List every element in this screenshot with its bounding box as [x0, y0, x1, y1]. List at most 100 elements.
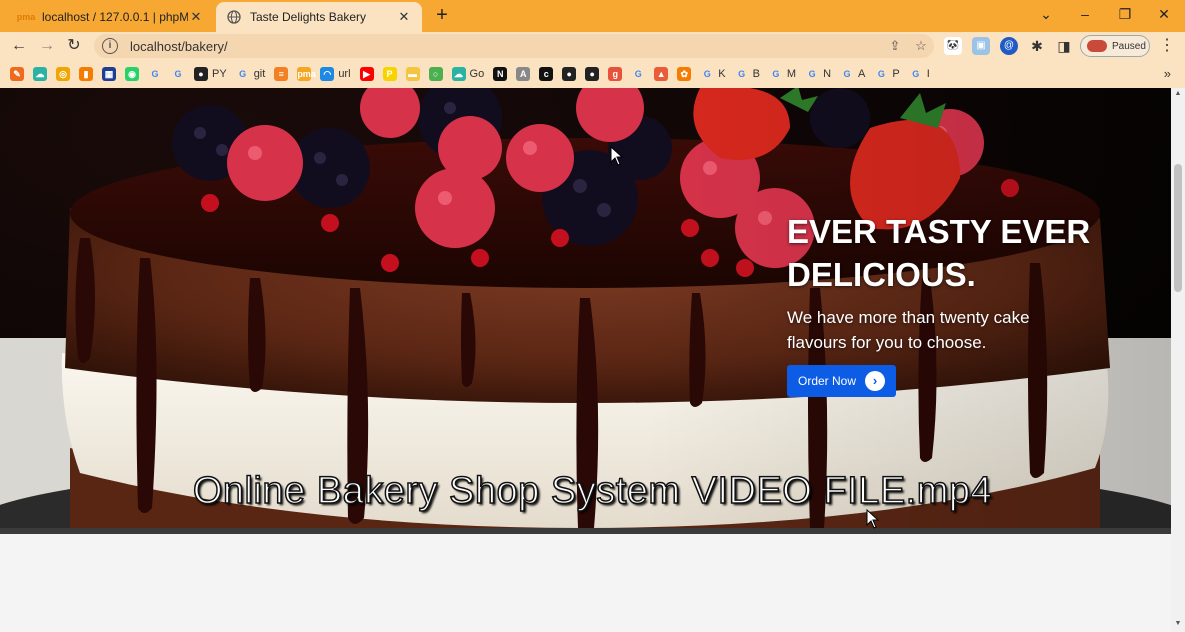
- window-close-button[interactable]: ✕: [1152, 4, 1176, 24]
- tab-phpmyadmin[interactable]: pma localhost / 127.0.0.1 | phpMyAdm ✕: [8, 2, 214, 32]
- bookmark-item[interactable]: c: [539, 67, 554, 81]
- bookmark-item[interactable]: ▲: [654, 67, 669, 81]
- browser-toolbar: ← → ↻ i localhost/bakery/ ⇪ ☆ 🐼 ▣ @ ✱ ◨ …: [0, 32, 1185, 60]
- scrollbar-thumb[interactable]: [1174, 164, 1182, 292]
- bookmark-item[interactable]: GK: [700, 67, 726, 81]
- google-icon: G: [174, 69, 182, 79]
- at-icon[interactable]: @: [1000, 37, 1018, 55]
- bookmark-item[interactable]: Ggit: [236, 67, 265, 81]
- bookmark-label: P: [892, 68, 900, 80]
- bookmark-item[interactable]: GA: [840, 67, 866, 81]
- bookmark-item[interactable]: ✿: [677, 67, 692, 81]
- bookmark-label: B: [752, 68, 760, 80]
- profile-paused-button[interactable]: Paused: [1080, 35, 1150, 57]
- bookmark-label: A: [858, 68, 866, 80]
- bookmark-item[interactable]: G: [171, 67, 185, 81]
- bookmarks-bar: ✎ ☁ ◎ ▮ ▦ ◉ G G ● PY Ggit ≡ pma ◠ url ▶ P ▬ ○ ☁ Go N Ac ● ● g G ▲ ✿ G…: [0, 60, 1185, 88]
- bookmark-item[interactable]: GB: [735, 67, 760, 81]
- google-icon: G: [772, 69, 780, 79]
- google-icon: G: [877, 69, 885, 79]
- bookmark-item[interactable]: ● PY: [194, 67, 227, 81]
- dark-circle-icon: ●: [562, 67, 577, 81]
- bookmark-label: N: [823, 68, 832, 80]
- tab-search-icon[interactable]: ⌄: [1034, 4, 1058, 24]
- minimize-button[interactable]: –: [1073, 4, 1097, 24]
- bookmark-item[interactable]: ●: [585, 67, 600, 81]
- bookmark-label: I: [926, 68, 930, 80]
- hero-title-line: DELICIOUS.: [787, 256, 976, 293]
- mouse-cursor-icon: [610, 146, 624, 166]
- hero-content: EVER TASTY EVER DELICIOUS. We have more …: [787, 210, 1117, 397]
- google-icon: G: [703, 69, 711, 79]
- star-icon[interactable]: ☆: [908, 38, 934, 54]
- menu-icon[interactable]: ⋮: [1158, 35, 1176, 57]
- bookmark-item[interactable]: pma: [297, 67, 316, 81]
- bookmark-label: K: [718, 68, 726, 80]
- sidebar-icon[interactable]: ◨: [1055, 37, 1073, 55]
- a-icon: A: [516, 67, 531, 81]
- bookmark-item[interactable]: GN: [805, 67, 831, 81]
- edge-icon: ◠: [320, 67, 335, 81]
- address-bar[interactable]: i localhost/bakery/ ⇪ ☆: [94, 34, 934, 58]
- scroll-up-icon[interactable]: ▲: [1174, 90, 1182, 98]
- chart-icon: ▮: [79, 67, 93, 81]
- bookmark-item[interactable]: ○: [428, 67, 443, 81]
- bookmark-label: M: [786, 68, 797, 80]
- bookmark-item[interactable]: G: [631, 67, 645, 81]
- bookmark-item[interactable]: ▮: [79, 67, 93, 81]
- bookmark-item[interactable]: ◎: [56, 67, 70, 81]
- bookmark-item[interactable]: ◠ url: [320, 67, 351, 81]
- chevron-right-icon: ›: [865, 371, 886, 391]
- bookmark-item[interactable]: A: [516, 67, 531, 81]
- panda-icon[interactable]: 🐼: [944, 37, 962, 55]
- folder-icon: ▬: [405, 67, 420, 81]
- bookmark-item[interactable]: ☁: [33, 67, 47, 81]
- scroll-down-icon[interactable]: ▼: [1174, 620, 1182, 628]
- google-icon: G: [808, 69, 816, 79]
- reload-button[interactable]: ↻: [63, 35, 85, 57]
- order-now-button[interactable]: Order Now ›: [787, 365, 897, 397]
- g-icon: g: [608, 67, 623, 81]
- close-icon[interactable]: ✕: [396, 9, 412, 25]
- bookmark-item[interactable]: P: [382, 67, 397, 81]
- new-tab-button[interactable]: +: [430, 4, 454, 28]
- bookmark-item[interactable]: ◉: [125, 67, 139, 81]
- bookmark-item[interactable]: ✎: [10, 67, 24, 81]
- bookmark-item[interactable]: N: [493, 67, 508, 81]
- bookmark-item[interactable]: ▬: [405, 67, 420, 81]
- back-button[interactable]: ←: [8, 35, 30, 57]
- bookmark-label: url: [338, 68, 351, 80]
- bookmark-item[interactable]: ▦: [102, 67, 116, 81]
- bookmark-item[interactable]: GM: [769, 67, 796, 81]
- profile-status: Paused: [1112, 40, 1146, 52]
- url-text[interactable]: localhost/bakery/: [130, 39, 882, 54]
- bookmarks-overflow-icon[interactable]: »: [1164, 66, 1171, 81]
- tab-bakery[interactable]: Taste Delights Bakery ✕: [216, 2, 422, 32]
- video-caption: Online Bakery Shop System VIDEO FILE.mp4: [192, 469, 993, 513]
- hero-title-line: EVER TASTY EVER: [787, 213, 1091, 250]
- puzzle-icon[interactable]: ✱: [1028, 37, 1046, 55]
- extension-icon[interactable]: ▣: [972, 37, 990, 55]
- bookmark-item[interactable]: G: [148, 67, 162, 81]
- bookmark-label: PY: [212, 68, 227, 80]
- leaf-icon: ✿: [677, 67, 692, 81]
- tab-title: Taste Delights Bakery: [250, 10, 367, 24]
- bookmark-item[interactable]: ☁ Go: [451, 67, 485, 81]
- hero-subtitle-line: flavours for you to choose.: [787, 333, 987, 352]
- bookmark-item[interactable]: ●: [562, 67, 577, 81]
- close-icon[interactable]: ✕: [188, 9, 204, 25]
- forward-button[interactable]: →: [36, 35, 58, 57]
- page-scrollbar[interactable]: ▲ ▼: [1171, 88, 1185, 632]
- share-icon[interactable]: ⇪: [882, 38, 908, 54]
- bookmark-item[interactable]: ▶: [359, 67, 374, 81]
- info-icon[interactable]: i: [102, 38, 118, 54]
- bookmark-label: Go: [469, 68, 485, 80]
- cloud-icon: ☁: [33, 67, 47, 81]
- bookmark-item[interactable]: GI: [909, 67, 930, 81]
- restore-button[interactable]: ❐: [1113, 4, 1137, 24]
- bookmark-item[interactable]: g: [608, 67, 623, 81]
- bookmark-item[interactable]: ≡: [274, 67, 289, 81]
- avatar: [1087, 40, 1107, 52]
- tab-title: localhost / 127.0.0.1 | phpMyAdm: [42, 10, 188, 24]
- bookmark-item[interactable]: GP: [874, 67, 900, 81]
